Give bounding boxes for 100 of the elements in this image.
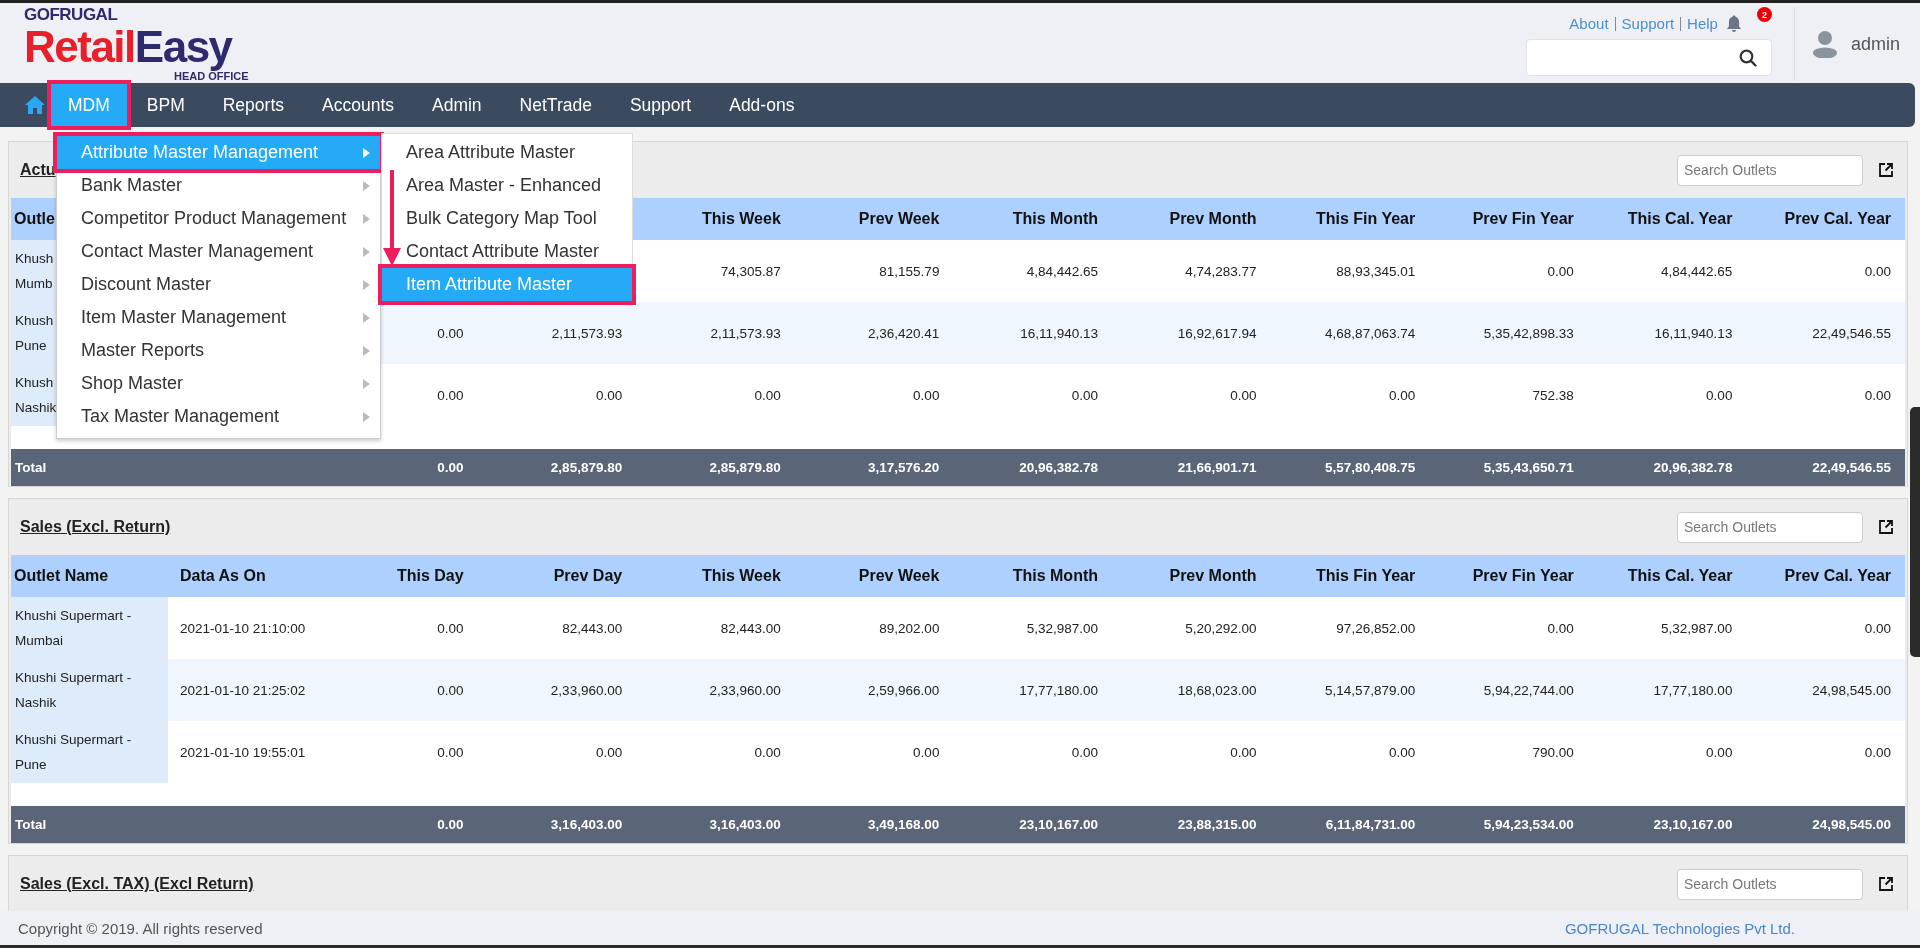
- submenu-item[interactable]: Contact Attribute Master: [382, 235, 632, 268]
- search-field[interactable]: [1525, 39, 1772, 76]
- table-cell: 0.00: [1706, 744, 1733, 760]
- home-icon[interactable]: [24, 95, 46, 115]
- table-cell: 0.00: [1388, 387, 1416, 403]
- submenu-item[interactable]: Area Attribute Master: [382, 136, 632, 169]
- total-cell: 20,96,382.78: [1653, 460, 1733, 475]
- user-avatar-icon[interactable]: [1812, 30, 1837, 58]
- caret-icon: [363, 411, 370, 422]
- column-header: This Day: [396, 567, 464, 585]
- panel-title[interactable]: Sales (Excl. Return): [20, 518, 171, 536]
- external-link-icon[interactable]: [1879, 877, 1893, 891]
- table-cell: 0.00: [437, 387, 464, 403]
- column-header: This Cal. Year: [1627, 567, 1733, 585]
- total-cell: 5,35,43,650.71: [1483, 460, 1574, 475]
- table-cell: 88,93,345.01: [1336, 263, 1416, 279]
- logo-subtitle: HEAD OFFICE: [174, 71, 249, 82]
- total-cell: 3,17,576.20: [868, 460, 940, 475]
- menu-item[interactable]: Tax Master Management: [57, 400, 380, 433]
- submenu-item[interactable]: Bulk Category Map Tool: [382, 202, 632, 235]
- table-cell: 17,77,180.00: [1019, 682, 1098, 698]
- menu-item[interactable]: Competitor Product Management: [57, 202, 380, 235]
- table-cell: 0.00: [913, 387, 940, 403]
- bell-icon[interactable]: [1725, 15, 1742, 33]
- total-cell: 5,57,80,408.75: [1325, 460, 1416, 475]
- table-cell: 5,20,292.00: [1185, 620, 1257, 636]
- menu-item[interactable]: Shop Master: [57, 367, 380, 400]
- column-header: Prev Fin Year: [1472, 567, 1574, 585]
- nav-tab[interactable]: Admin: [413, 83, 501, 127]
- table-cell: 18,68,023.00: [1177, 682, 1257, 698]
- search-outlets-field[interactable]: Search Outlets: [1677, 868, 1863, 900]
- column-header: This Cal. Year: [1627, 210, 1733, 228]
- total-cell: 23,10,167.00: [1653, 817, 1733, 832]
- search-outlets-field[interactable]: Search Outlets: [1677, 511, 1863, 543]
- table-cell: 0.00: [1230, 387, 1257, 403]
- column-header: This Month: [1012, 210, 1098, 228]
- caret-icon: [363, 312, 370, 323]
- table-cell: 5,14,57,879.00: [1325, 682, 1416, 698]
- table-cell: 0.00: [1864, 387, 1891, 403]
- caret-icon: [363, 246, 370, 257]
- caret-icon: [363, 345, 370, 356]
- nav-tab[interactable]: Add-ons: [710, 83, 814, 127]
- table-cell: 2,33,960.00: [709, 682, 781, 698]
- caret-icon: [363, 378, 370, 389]
- column-header: Prev Day: [553, 567, 623, 585]
- table-cell: 81,155.79: [879, 263, 940, 279]
- menu-item[interactable]: Master Reports: [57, 334, 380, 367]
- table-cell: 790.00: [1532, 744, 1574, 760]
- column-header: Prev Fin Year: [1472, 210, 1574, 228]
- table-cell: 2,36,420.41: [868, 325, 940, 341]
- menu-item[interactable]: Bank Master: [57, 169, 380, 202]
- column-header: Prev Cal. Year: [1784, 210, 1891, 228]
- table-cell: 2,11,573.93: [551, 325, 623, 341]
- total-cell: 3,49,168.00: [868, 817, 940, 832]
- table-cell: 24,98,545.00: [1812, 682, 1891, 698]
- caret-icon: [363, 147, 370, 158]
- total-cell: 5,94,23,534.00: [1483, 817, 1574, 832]
- user-name[interactable]: admin: [1850, 33, 1900, 55]
- table-cell: 0.00: [1706, 387, 1733, 403]
- menu-item[interactable]: Item Master Management: [57, 301, 380, 334]
- external-link-icon[interactable]: [1879, 520, 1893, 534]
- search-icon[interactable]: [1738, 48, 1757, 67]
- outlet-name: Khushi Supermart - Mumbai: [15, 607, 133, 650]
- notification-badge: 2: [1756, 7, 1772, 22]
- table-cell: 0.00: [595, 387, 623, 403]
- column-header: Prev Week: [858, 210, 940, 228]
- table-cell: 16,11,940.13: [1020, 325, 1098, 341]
- table-cell: 74,305.87: [720, 263, 781, 279]
- menu-item[interactable]: Contact Master Management: [57, 235, 380, 268]
- table-cell: 5,32,987.00: [1661, 620, 1733, 636]
- table-cell: 17,77,180.00: [1653, 682, 1733, 698]
- column-header: Data As On: [180, 567, 266, 585]
- outlet-name: Khush Pune: [15, 312, 54, 355]
- total-cell: 21,66,901.71: [1177, 460, 1257, 475]
- total-cell: 23,88,315.00: [1177, 817, 1257, 832]
- nav-tab[interactable]: Accounts: [303, 83, 413, 127]
- caret-icon: [363, 279, 370, 290]
- total-cell: 3,16,403.00: [550, 817, 623, 832]
- total-cell: 0.00: [437, 817, 464, 832]
- table-cell: 0.00: [1547, 263, 1574, 279]
- external-link-icon[interactable]: [1879, 163, 1893, 177]
- table-cell: 22,49,546.55: [1812, 325, 1891, 341]
- search-outlets-field[interactable]: Search Outlets: [1677, 154, 1863, 186]
- nav-tab[interactable]: Support: [610, 83, 711, 127]
- panel-title[interactable]: Sales (Excl. TAX) (Excl Return): [20, 875, 254, 893]
- table-cell: 4,84,442.65: [1026, 263, 1098, 279]
- nav-tab[interactable]: Reports: [203, 83, 303, 127]
- outlet-name: Khush Mumb: [15, 250, 54, 293]
- outlet-name: Khushi Supermart - Pune: [15, 731, 133, 774]
- panel-title[interactable]: Actu: [20, 161, 56, 179]
- column-header: This Fin Year: [1315, 567, 1416, 585]
- scrollbar-thumb[interactable]: [1910, 407, 1920, 657]
- column-header: This Fin Year: [1315, 210, 1416, 228]
- menu-item[interactable]: Discount Master: [57, 268, 380, 301]
- nav-tab[interactable]: BPM: [127, 83, 204, 127]
- column-header: This Month: [1012, 567, 1098, 585]
- nav-tab[interactable]: NetTrade: [500, 83, 611, 127]
- table-cell: 2021-01-10 21:25:02: [180, 682, 306, 698]
- total-cell: 24,98,545.00: [1812, 817, 1891, 832]
- submenu-item[interactable]: Area Master - Enhanced: [382, 169, 632, 202]
